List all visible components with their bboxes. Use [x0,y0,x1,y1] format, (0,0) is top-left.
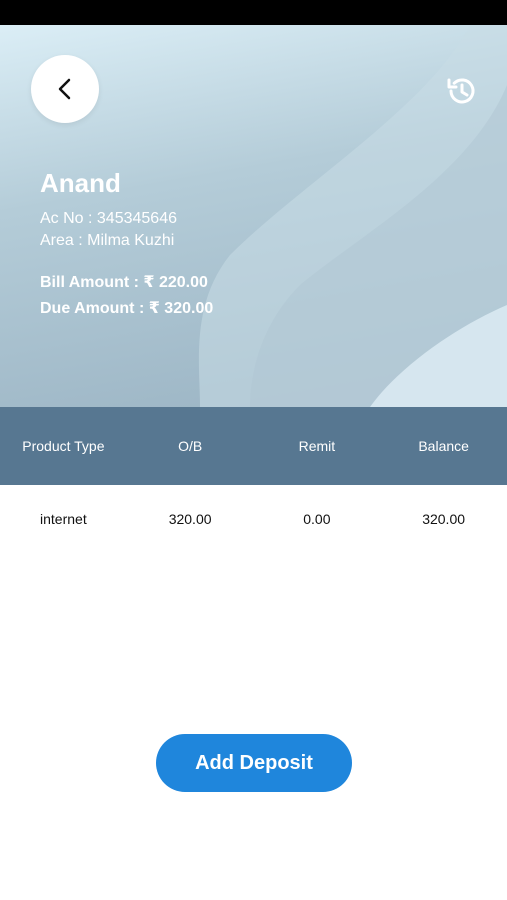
area-text: Area : Milma Kuzhi [40,232,175,249]
table-row: internet 320.00 0.00 320.00 [0,485,507,553]
chevron-left-icon [58,78,71,100]
customer-name: Anand [40,168,121,198]
cell-remit: 0.00 [303,511,331,527]
cell-product-type: internet [40,511,87,527]
history-icon [447,78,475,104]
table-header: Product Type O/B Remit Balance [0,407,507,485]
column-header-remit: Remit [298,438,336,454]
column-header-balance: Balance [418,438,469,454]
add-deposit-button[interactable]: Add Deposit [156,734,352,792]
history-button[interactable] [441,71,481,111]
account-number: Ac No : 345345646 [40,210,177,227]
due-amount: Due Amount : ₹ 320.00 [40,300,214,317]
status-bar [0,0,507,25]
back-button[interactable] [31,55,99,123]
column-header-product-type: Product Type [22,438,105,454]
cell-balance: 320.00 [422,511,466,527]
customer-header: Anand Ac No : 345345646 Area : Milma Kuz… [0,25,507,407]
column-header-ob: O/B [178,438,203,454]
cell-ob: 320.00 [168,511,212,527]
bill-amount: Bill Amount : ₹ 220.00 [40,274,208,291]
